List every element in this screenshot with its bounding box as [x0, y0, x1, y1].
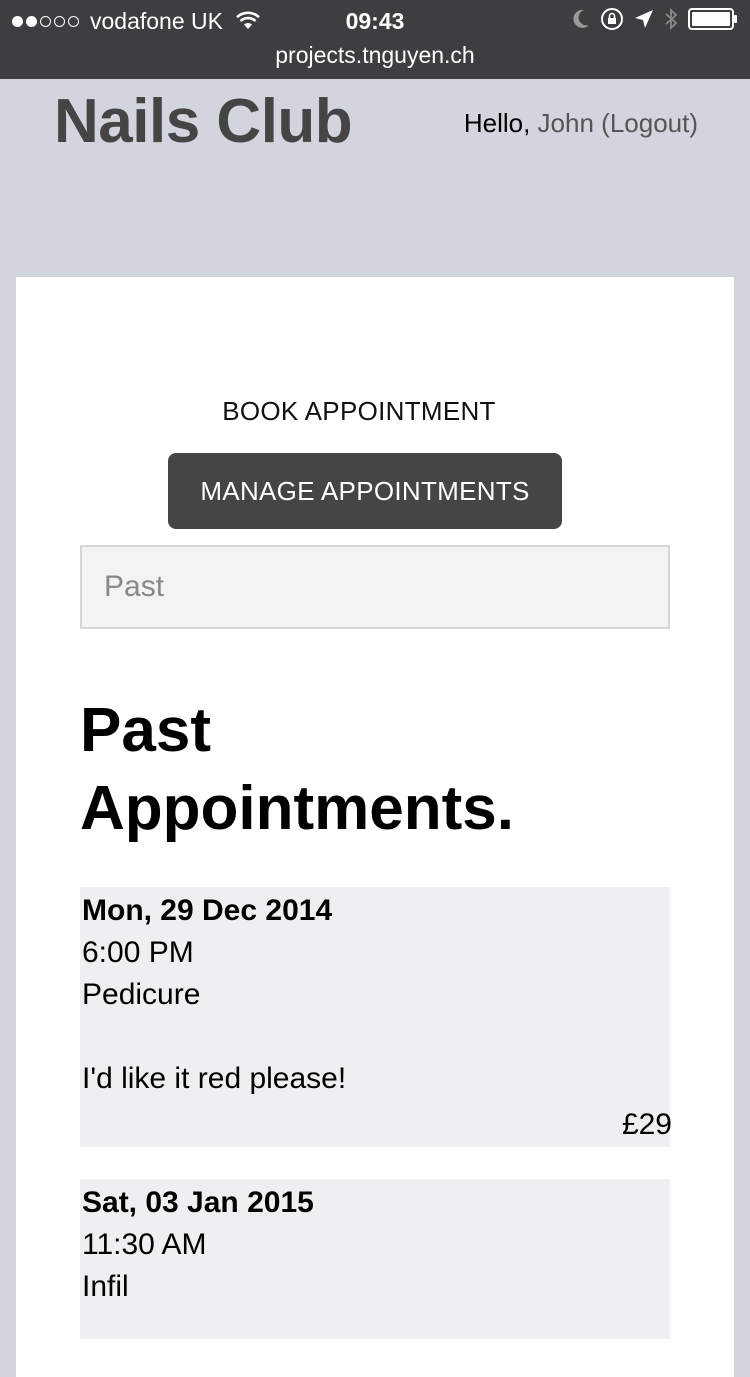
- appointment-card[interactable]: Mon, 29 Dec 2014 6:00 PM Pedicure I'd li…: [80, 887, 672, 1147]
- site-logo-title[interactable]: Nails Club: [54, 86, 353, 157]
- appointment-note: I'd like it red please!: [82, 1062, 347, 1095]
- appointment-date: Sat, 03 Jan 2015: [82, 1186, 314, 1219]
- greeting-prefix: Hello,: [463, 108, 538, 138]
- appointment-time: 6:00 PM: [82, 936, 194, 969]
- appointment-time: 11:30 AM: [82, 1228, 207, 1261]
- address-bar-url[interactable]: projects.tnguyen.ch: [0, 40, 750, 70]
- appointment-service: Pedicure: [82, 978, 201, 1011]
- user-greeting: Hello, John (Logout): [464, 108, 698, 139]
- appointment-filter-select[interactable]: Past: [80, 545, 670, 629]
- status-bar: vodafone UK 09:43 projects.tnguyen.ch: [0, 0, 750, 79]
- page-title-line2: Appointments.: [80, 774, 514, 843]
- appointment-price: £29: [621, 1108, 672, 1141]
- user-name-link[interactable]: John: [538, 108, 594, 138]
- appointment-date: Mon, 29 Dec 2014: [82, 894, 333, 927]
- moon-icon: [572, 9, 590, 34]
- appointment-service: Infil: [82, 1270, 129, 1303]
- manage-appointments-button[interactable]: MANAGE APPOINTMENTS: [168, 453, 562, 529]
- rotation-lock-icon: [600, 7, 624, 36]
- page-title: Past Appointments.: [80, 692, 514, 848]
- battery-icon: [688, 7, 738, 35]
- logout-link[interactable]: (Logout): [601, 108, 698, 138]
- book-appointment-tab[interactable]: BOOK APPOINTMENT: [0, 396, 718, 427]
- page-title-line1: Past: [80, 696, 211, 765]
- appointment-card[interactable]: Sat, 03 Jan 2015 11:30 AM Infil: [80, 1179, 670, 1339]
- bluetooth-icon: [664, 7, 678, 36]
- location-arrow-icon: [634, 9, 654, 34]
